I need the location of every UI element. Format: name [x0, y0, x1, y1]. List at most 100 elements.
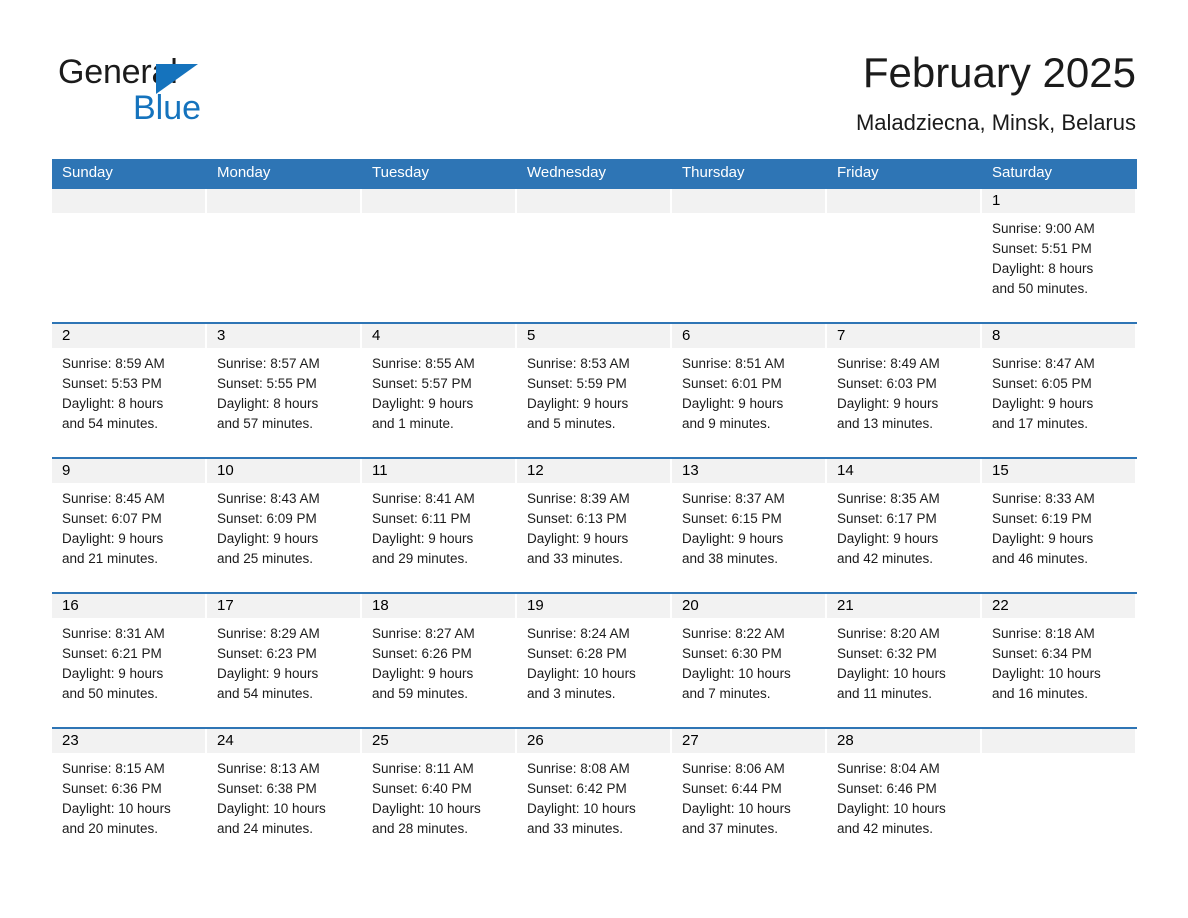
calendar-day-cell[interactable]: 25 Sunrise: 8:11 AM Sunset: 6:40 PM Dayligh…	[362, 727, 517, 862]
daylight-text-line1: Daylight: 8 hours	[62, 396, 164, 411]
calendar-day-cell[interactable]: 26 Sunrise: 8:08 AM Sunset: 6:42 PM Dayligh…	[517, 727, 672, 862]
daylight-text-line2: and 54 minutes.	[217, 686, 314, 701]
daylight-text-line1: Daylight: 10 hours	[62, 801, 171, 816]
day-number: 25	[372, 732, 389, 749]
sunset-text: Sunset: 6:34 PM	[992, 646, 1092, 661]
calendar-day-cell[interactable]: 4 Sunrise: 8:55 AM Sunset: 5:57 PM Daylight…	[362, 322, 517, 457]
daylight-text-line1: Daylight: 9 hours	[837, 396, 939, 411]
day-number-band: 1	[982, 189, 1135, 213]
day-sun-info: Sunrise: 8:20 AM Sunset: 6:32 PM Daylight:…	[827, 618, 982, 704]
calendar-week-row: 1 Sunrise: 9:00 AM Sunset: 5:51 PM Daylight…	[52, 187, 1137, 322]
daylight-text-line1: Daylight: 9 hours	[682, 396, 784, 411]
day-number-band	[362, 189, 515, 213]
daylight-text-line2: and 33 minutes.	[527, 821, 624, 836]
day-sun-info: Sunrise: 8:47 AM Sunset: 6:05 PM Daylight:…	[982, 348, 1137, 434]
calendar-day-cell[interactable]: 15 Sunrise: 8:33 AM Sunset: 6:19 PM Dayligh…	[982, 457, 1137, 592]
sunset-text: Sunset: 6:17 PM	[837, 511, 937, 526]
sunset-text: Sunset: 6:23 PM	[217, 646, 317, 661]
calendar-day-cell[interactable]: 17 Sunrise: 8:29 AM Sunset: 6:23 PM Dayligh…	[207, 592, 362, 727]
day-number-band: 19	[517, 594, 670, 618]
sunrise-text: Sunrise: 8:59 AM	[62, 356, 165, 371]
calendar-day-cell[interactable]: 16 Sunrise: 8:31 AM Sunset: 6:21 PM Dayligh…	[52, 592, 207, 727]
day-number: 11	[372, 462, 388, 479]
day-number-band: 24	[207, 729, 360, 753]
calendar-day-cell[interactable]: 9 Sunrise: 8:45 AM Sunset: 6:07 PM Daylight…	[52, 457, 207, 592]
day-number-band: 18	[362, 594, 515, 618]
daylight-text-line1: Daylight: 10 hours	[992, 666, 1101, 681]
calendar-day-cell[interactable]: 2 Sunrise: 8:59 AM Sunset: 5:53 PM Daylight…	[52, 322, 207, 457]
day-sun-info: Sunrise: 8:55 AM Sunset: 5:57 PM Daylight:…	[362, 348, 517, 434]
sunset-text: Sunset: 6:46 PM	[837, 781, 937, 796]
daylight-text-line2: and 9 minutes.	[682, 416, 771, 431]
day-sun-info: Sunrise: 8:37 AM Sunset: 6:15 PM Daylight:…	[672, 483, 827, 569]
day-number-band: 27	[672, 729, 825, 753]
daylight-text-line2: and 33 minutes.	[527, 551, 624, 566]
day-number-band: 21	[827, 594, 980, 618]
calendar-day-cell[interactable]: 24 Sunrise: 8:13 AM Sunset: 6:38 PM Dayligh…	[207, 727, 362, 862]
sunrise-text: Sunrise: 8:24 AM	[527, 626, 630, 641]
calendar-day-cell[interactable]: 12 Sunrise: 8:39 AM Sunset: 6:13 PM Dayligh…	[517, 457, 672, 592]
day-number-band	[207, 189, 360, 213]
sunset-text: Sunset: 6:28 PM	[527, 646, 627, 661]
day-number-band: 23	[52, 729, 205, 753]
calendar-week-row: 9 Sunrise: 8:45 AM Sunset: 6:07 PM Daylight…	[52, 457, 1137, 592]
calendar-day-cell[interactable]: 21 Sunrise: 8:20 AM Sunset: 6:32 PM Dayligh…	[827, 592, 982, 727]
daylight-text-line1: Daylight: 9 hours	[372, 666, 474, 681]
daylight-text-line1: Daylight: 9 hours	[372, 396, 474, 411]
general-blue-logo[interactable]: General Blue	[58, 52, 318, 136]
calendar-day-cell[interactable]: 14 Sunrise: 8:35 AM Sunset: 6:17 PM Dayligh…	[827, 457, 982, 592]
title-block: February 2025 Maladziecna, Minsk, Belaru…	[436, 48, 1136, 136]
calendar-day-cell[interactable]: 7 Sunrise: 8:49 AM Sunset: 6:03 PM Daylight…	[827, 322, 982, 457]
daylight-text-line1: Daylight: 9 hours	[992, 531, 1094, 546]
sunset-text: Sunset: 6:01 PM	[682, 376, 782, 391]
sunrise-text: Sunrise: 8:33 AM	[992, 491, 1095, 506]
day-number-band: 9	[52, 459, 205, 483]
calendar-day-cell[interactable]: 10 Sunrise: 8:43 AM Sunset: 6:09 PM Dayligh…	[207, 457, 362, 592]
weekday-header-tuesday: Tuesday	[372, 164, 429, 181]
day-number: 14	[837, 462, 854, 479]
daylight-text-line1: Daylight: 10 hours	[682, 801, 791, 816]
daylight-text-line1: Daylight: 9 hours	[837, 531, 939, 546]
day-number-band: 4	[362, 324, 515, 348]
day-number-band: 17	[207, 594, 360, 618]
weekday-header-saturday: Saturday	[992, 164, 1053, 181]
calendar-day-cell[interactable]: 1 Sunrise: 9:00 AM Sunset: 5:51 PM Daylight…	[982, 187, 1137, 322]
day-sun-info: Sunrise: 8:06 AM Sunset: 6:44 PM Daylight:…	[672, 753, 827, 839]
calendar-day-cell[interactable]: 6 Sunrise: 8:51 AM Sunset: 6:01 PM Daylight…	[672, 322, 827, 457]
calendar-day-cell[interactable]: 20 Sunrise: 8:22 AM Sunset: 6:30 PM Dayligh…	[672, 592, 827, 727]
calendar-day-cell[interactable]: 19 Sunrise: 8:24 AM Sunset: 6:28 PM Dayligh…	[517, 592, 672, 727]
sunrise-text: Sunrise: 8:15 AM	[62, 761, 165, 776]
calendar-day-cell-empty	[982, 727, 1137, 862]
calendar-day-cell[interactable]: 28 Sunrise: 8:04 AM Sunset: 6:46 PM Dayligh…	[827, 727, 982, 862]
day-number-band: 3	[207, 324, 360, 348]
day-number-band	[52, 189, 205, 213]
calendar-day-cell-empty	[52, 187, 207, 322]
day-sun-info: Sunrise: 8:29 AM Sunset: 6:23 PM Daylight:…	[207, 618, 362, 704]
calendar-day-cell[interactable]: 23 Sunrise: 8:15 AM Sunset: 6:36 PM Dayligh…	[52, 727, 207, 862]
sunset-text: Sunset: 6:03 PM	[837, 376, 937, 391]
calendar-day-cell[interactable]: 8 Sunrise: 8:47 AM Sunset: 6:05 PM Daylight…	[982, 322, 1137, 457]
daylight-text-line1: Daylight: 9 hours	[62, 666, 164, 681]
daylight-text-line1: Daylight: 10 hours	[837, 666, 946, 681]
calendar-day-cell[interactable]: 5 Sunrise: 8:53 AM Sunset: 5:59 PM Daylight…	[517, 322, 672, 457]
sunrise-text: Sunrise: 9:00 AM	[992, 221, 1095, 236]
calendar-day-cell[interactable]: 13 Sunrise: 8:37 AM Sunset: 6:15 PM Dayligh…	[672, 457, 827, 592]
daylight-text-line1: Daylight: 9 hours	[527, 531, 629, 546]
day-number: 16	[62, 597, 79, 614]
calendar-day-cell-empty	[207, 187, 362, 322]
calendar-day-cell[interactable]: 22 Sunrise: 8:18 AM Sunset: 6:34 PM Dayligh…	[982, 592, 1137, 727]
calendar-day-cell[interactable]: 18 Sunrise: 8:27 AM Sunset: 6:26 PM Dayligh…	[362, 592, 517, 727]
daylight-text-line2: and 16 minutes.	[992, 686, 1089, 701]
day-sun-info: Sunrise: 8:24 AM Sunset: 6:28 PM Daylight:…	[517, 618, 672, 704]
calendar-day-cell[interactable]: 3 Sunrise: 8:57 AM Sunset: 5:55 PM Daylight…	[207, 322, 362, 457]
sunrise-text: Sunrise: 8:49 AM	[837, 356, 940, 371]
daylight-text-line2: and 59 minutes.	[372, 686, 469, 701]
sunset-text: Sunset: 6:13 PM	[527, 511, 627, 526]
day-number: 5	[527, 327, 536, 344]
day-number: 13	[682, 462, 699, 479]
day-sun-info: Sunrise: 8:59 AM Sunset: 5:53 PM Daylight:…	[52, 348, 207, 434]
calendar-day-cell[interactable]: 11 Sunrise: 8:41 AM Sunset: 6:11 PM Dayligh…	[362, 457, 517, 592]
daylight-text-line2: and 21 minutes.	[62, 551, 159, 566]
calendar-day-cell[interactable]: 27 Sunrise: 8:06 AM Sunset: 6:44 PM Dayligh…	[672, 727, 827, 862]
sunset-text: Sunset: 6:32 PM	[837, 646, 937, 661]
